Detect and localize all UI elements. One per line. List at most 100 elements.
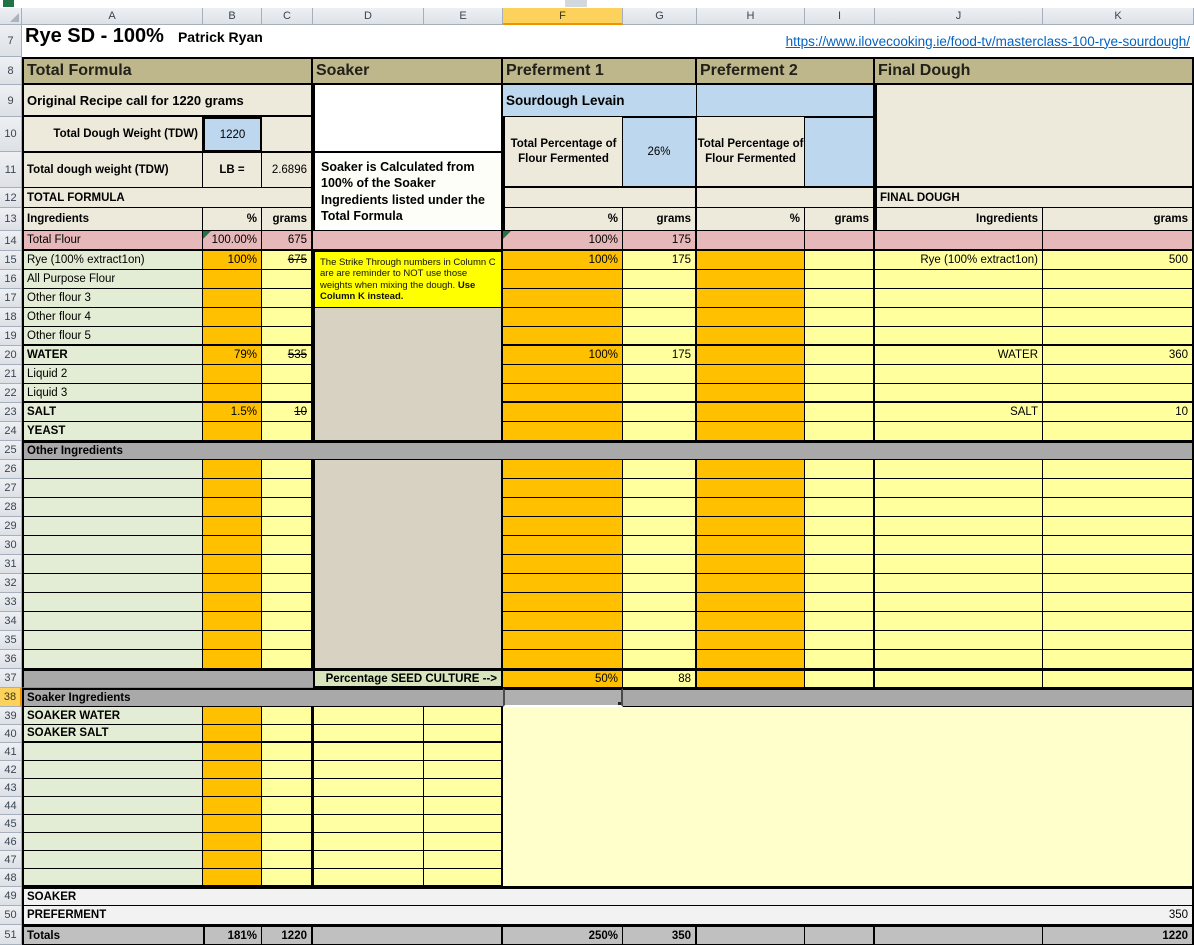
soaker-blank-cell[interactable] — [313, 85, 503, 152]
empty-cell-e45[interactable] — [424, 815, 503, 833]
empty-cell-b41[interactable] — [203, 743, 262, 761]
empty-cell-f21[interactable] — [503, 365, 623, 384]
row-header-48[interactable]: 48 — [0, 869, 22, 887]
empty-cell-d40[interactable] — [313, 725, 424, 743]
ingredient-salt[interactable]: SALT — [22, 403, 203, 422]
empty-cell-c17[interactable] — [262, 289, 313, 308]
empty-cell-j28[interactable] — [875, 498, 1043, 517]
empty-cell-b34[interactable] — [203, 612, 262, 631]
empty-cell-e39[interactable] — [424, 707, 503, 725]
lb-value-cell[interactable]: 2.6896 — [262, 152, 313, 188]
empty-cell-j31[interactable] — [875, 555, 1043, 574]
ingredient-other5[interactable]: Other flour 5 — [22, 327, 203, 346]
column-header-A[interactable]: A — [22, 8, 203, 25]
empty-cell-b46[interactable] — [203, 833, 262, 851]
totals-fd-empty[interactable] — [875, 925, 1043, 945]
empty-cell-k28[interactable] — [1043, 498, 1194, 517]
empty-cell-i24[interactable] — [805, 422, 875, 441]
empty-cell-b44[interactable] — [203, 797, 262, 815]
empty-cell-j16[interactable] — [875, 270, 1043, 289]
fd-37-empty2[interactable] — [1043, 669, 1194, 688]
empty-cell-b18[interactable] — [203, 308, 262, 327]
empty-cell-k22[interactable] — [1043, 384, 1194, 403]
fd-ingredients-header[interactable]: Ingredients — [875, 208, 1043, 231]
empty-cell-i19[interactable] — [805, 327, 875, 346]
p1-tpf-label-cell[interactable]: Total Percentage of Flour Fermented — [503, 117, 623, 188]
row-header-35[interactable]: 35 — [0, 631, 22, 650]
row-header-12[interactable]: 12 — [0, 188, 22, 208]
empty-cell-h36[interactable] — [697, 650, 805, 669]
empty-cell-b33[interactable] — [203, 593, 262, 612]
row-header-41[interactable]: 41 — [0, 743, 22, 761]
empty-cell-h26[interactable] — [697, 460, 805, 479]
select-all-corner[interactable] — [0, 8, 22, 25]
empty-cell-k32[interactable] — [1043, 574, 1194, 593]
empty-cell-h27[interactable] — [697, 479, 805, 498]
row-header-7[interactable]: 7 — [0, 25, 22, 57]
empty-cell-c28[interactable] — [262, 498, 313, 517]
fd-water-grams[interactable]: 360 — [1043, 346, 1194, 365]
tdw-value-cell[interactable]: 1220 — [203, 117, 262, 152]
empty-cell-j17[interactable] — [875, 289, 1043, 308]
other-ingredients-band[interactable]: Other Ingredients — [22, 441, 1194, 460]
row-header-22[interactable]: 22 — [0, 384, 22, 403]
totals-soaker-empty[interactable] — [313, 925, 503, 945]
rye-grams[interactable]: 675 — [262, 251, 313, 270]
tdw-label-cell[interactable]: Total Dough Weight (TDW) — [22, 117, 203, 152]
row-header-36[interactable]: 36 — [0, 650, 22, 669]
empty-cell-f24[interactable] — [503, 422, 623, 441]
empty-cell-b30[interactable] — [203, 536, 262, 555]
empty-cell-d44[interactable] — [313, 797, 424, 815]
column-header-E[interactable]: E — [424, 8, 503, 25]
empty-cell-k18[interactable] — [1043, 308, 1194, 327]
selected-cell-f38[interactable] — [503, 688, 623, 707]
empty-cell-a27[interactable] — [22, 479, 203, 498]
empty-cell-h28[interactable] — [697, 498, 805, 517]
empty-cell-g17[interactable] — [623, 289, 697, 308]
empty-cell-c45[interactable] — [262, 815, 313, 833]
empty-cell-k21[interactable] — [1043, 365, 1194, 384]
empty-cell-j36[interactable] — [875, 650, 1043, 669]
levain-title-cell[interactable]: Sourdough Levain — [503, 85, 697, 117]
empty-cell-a42[interactable] — [22, 761, 203, 779]
totals-p1-grams[interactable]: 350 — [623, 925, 697, 945]
totals-label-cell[interactable]: Totals — [22, 925, 203, 945]
empty-cell-a43[interactable] — [22, 779, 203, 797]
empty-cell-g22[interactable] — [623, 384, 697, 403]
empty-cell-h22[interactable] — [697, 384, 805, 403]
empty-cell-f32[interactable] — [503, 574, 623, 593]
fd-pink-cell[interactable] — [875, 231, 1043, 251]
empty-cell-b31[interactable] — [203, 555, 262, 574]
url-cell[interactable]: https://www.ilovecooking.ie/food-tv/mast… — [503, 25, 1194, 57]
recipe-subtitle-cell[interactable]: Original Recipe call for 1220 grams — [22, 85, 313, 117]
section-header-preferment2[interactable]: Preferment 2 — [697, 57, 875, 85]
empty-cell-g16[interactable] — [623, 270, 697, 289]
empty-cell-c27[interactable] — [262, 479, 313, 498]
empty-cell-i20[interactable] — [805, 346, 875, 365]
empty-cell-d45[interactable] — [313, 815, 424, 833]
empty-cell-i21[interactable] — [805, 365, 875, 384]
empty-cell-j22[interactable] — [875, 384, 1043, 403]
empty-cell-i22[interactable] — [805, 384, 875, 403]
soaker-note-cell[interactable]: Soaker is Calculated from 100% of the So… — [313, 152, 503, 231]
row-header-51[interactable]: 51 — [0, 925, 22, 945]
empty-cell-c18[interactable] — [262, 308, 313, 327]
row-header-9[interactable]: 9 — [0, 85, 22, 117]
empty-cell-h19[interactable] — [697, 327, 805, 346]
empty-cell-g24[interactable] — [623, 422, 697, 441]
empty-cell-i15[interactable] — [805, 251, 875, 270]
soaker-water-name[interactable]: SOAKER WATER — [22, 707, 203, 725]
empty-cell-b36[interactable] — [203, 650, 262, 669]
empty-cell-k27[interactable] — [1043, 479, 1194, 498]
empty-cell-g32[interactable] — [623, 574, 697, 593]
empty-cell-g30[interactable] — [623, 536, 697, 555]
empty-cell-c43[interactable] — [262, 779, 313, 797]
column-header-F[interactable]: F — [503, 8, 623, 25]
empty-cell-f31[interactable] — [503, 555, 623, 574]
ingredient-ap-flour[interactable]: All Purpose Flour — [22, 270, 203, 289]
empty-cell-c30[interactable] — [262, 536, 313, 555]
empty-cell-j34[interactable] — [875, 612, 1043, 631]
empty-cell-c34[interactable] — [262, 612, 313, 631]
row-header-44[interactable]: 44 — [0, 797, 22, 815]
empty-cell-d43[interactable] — [313, 779, 424, 797]
